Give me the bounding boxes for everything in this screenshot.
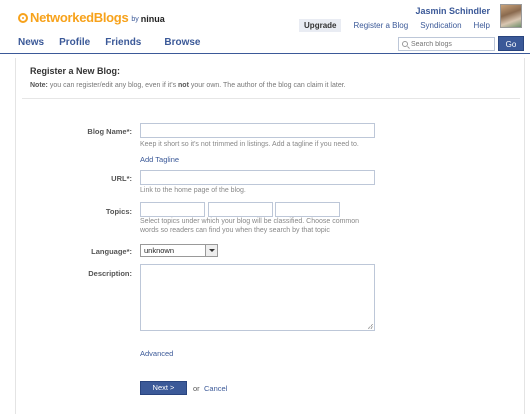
topic-input-2[interactable]	[208, 202, 273, 217]
topic-input-3[interactable]	[275, 202, 340, 217]
nav-divider	[0, 53, 530, 54]
logo-ninua-text: ninua	[140, 13, 165, 24]
search-icon	[402, 41, 408, 47]
or-text: or	[193, 384, 200, 393]
language-label: Language*:	[91, 247, 132, 256]
user-avatar[interactable]	[500, 4, 522, 28]
note-text-2: your own. The author of the blog can cla…	[188, 82, 346, 89]
syndication-link[interactable]: Syndication	[420, 21, 461, 30]
logo-text: NetworkedBlogs	[30, 10, 129, 25]
language-selected-value: unknown	[144, 246, 175, 255]
note-text-1: you can register/edit any blog, even if …	[47, 82, 179, 89]
description-label: Description:	[88, 269, 132, 278]
description-textarea[interactable]	[140, 264, 375, 331]
registration-note: Note: you can register/edit any blog, ev…	[30, 82, 346, 89]
page-title: Register a New Blog:	[30, 66, 121, 76]
note-emphasis: not	[178, 82, 189, 89]
chevron-down-icon[interactable]	[205, 245, 217, 256]
topics-label: Topics:	[105, 207, 132, 216]
nav-news[interactable]: News	[18, 37, 44, 48]
user-name-link[interactable]: Jasmin Schindler	[415, 6, 490, 16]
upgrade-link[interactable]: Upgrade	[299, 19, 342, 32]
blog-name-label: Blog Name*:	[87, 127, 132, 136]
blog-name-input[interactable]	[140, 123, 375, 138]
content-panel	[15, 58, 525, 414]
networkedblogs-logo[interactable]: NetworkedBlogs by ninua	[18, 10, 165, 25]
main-nav: News Profile Friends Browse	[18, 37, 216, 48]
nav-profile[interactable]: Profile	[59, 37, 90, 48]
search-input[interactable]	[411, 40, 491, 48]
cancel-link[interactable]: Cancel	[204, 384, 227, 393]
logo-by-text: by	[131, 15, 139, 23]
topic-input-1[interactable]	[140, 202, 205, 217]
add-tagline-link[interactable]: Add Tagline	[140, 155, 179, 164]
advanced-link[interactable]: Advanced	[140, 349, 173, 358]
url-label: URL*:	[111, 174, 132, 183]
next-button[interactable]: Next >	[140, 381, 187, 395]
search-box	[398, 37, 495, 51]
nav-friends[interactable]: Friends	[105, 37, 141, 48]
language-select[interactable]: unknown	[140, 244, 218, 257]
topics-hint-line-2: words so readers can find you when they …	[140, 227, 330, 234]
note-label: Note:	[30, 82, 48, 89]
blog-name-hint: Keep it short so it's not trimmed in lis…	[140, 141, 359, 148]
url-hint: Link to the home page of the blog.	[140, 187, 246, 194]
logo-ring-icon	[18, 12, 28, 23]
help-link[interactable]: Help	[474, 21, 490, 30]
topics-hint-line-1: Select topics under which your blog will…	[140, 218, 360, 225]
top-links: Upgrade Register a Blog Syndication Help	[287, 19, 490, 32]
note-divider	[22, 98, 520, 99]
search-go-button[interactable]: Go	[498, 36, 524, 51]
nav-browse[interactable]: Browse	[164, 37, 200, 48]
url-input[interactable]	[140, 170, 375, 185]
register-blog-link[interactable]: Register a Blog	[353, 21, 408, 30]
